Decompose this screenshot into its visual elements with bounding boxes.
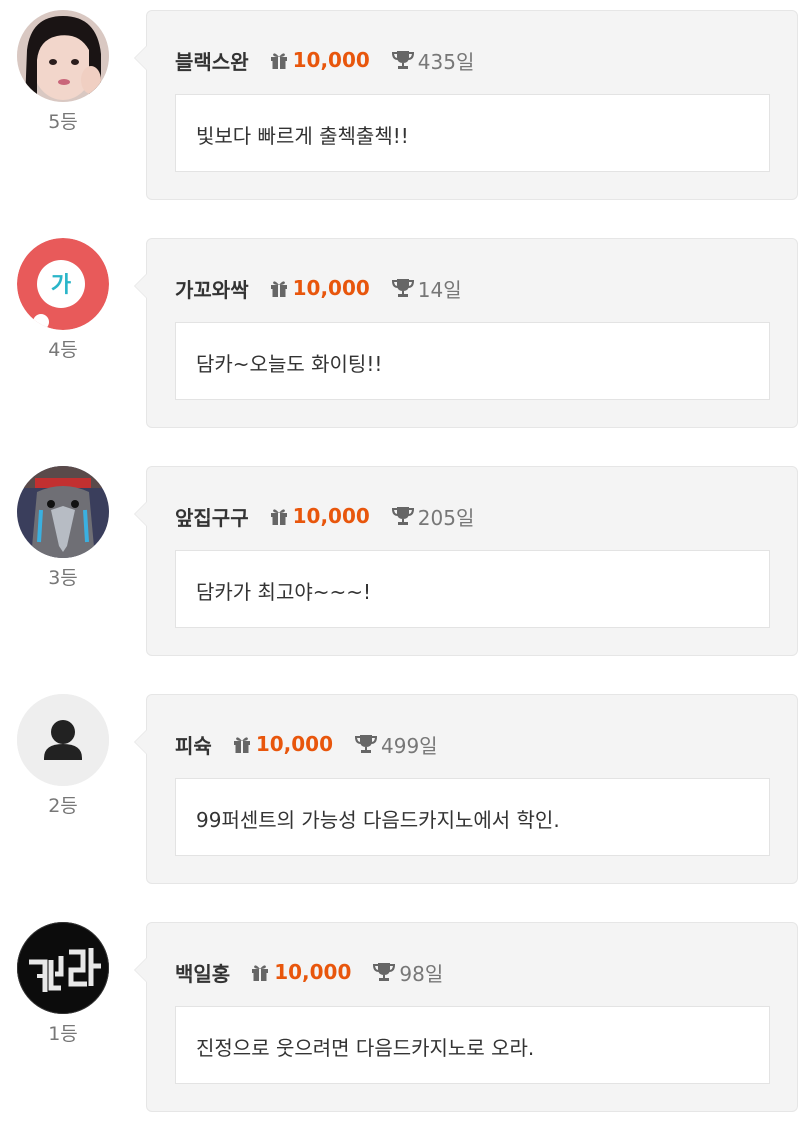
rank-label: 3등 — [48, 567, 78, 589]
points-value: 10,000 — [292, 276, 370, 300]
ga-logo-icon: 가 — [17, 238, 109, 330]
list-item: 1등 백일홍 10,000 98일 진정으로 웃으려면 다음드카지노로 오라. — [0, 912, 800, 1112]
list-item: 가 4등 가꼬와싹 10,000 14일 담카~오늘도 화이팅!! — [0, 228, 800, 428]
bird-photo-icon — [17, 466, 109, 558]
avatar[interactable] — [17, 466, 109, 558]
rank-label: 1등 — [48, 1023, 78, 1045]
neon-sign-photo-icon — [17, 922, 109, 1014]
avatar[interactable] — [17, 922, 109, 1014]
list-item: 5등 블랙스완 10,000 435일 빛보다 빠르게 출첵출첵!! — [0, 0, 800, 200]
message-box: 진정으로 웃으려면 다음드카지노로 오라. — [175, 1006, 770, 1084]
comment-meta: 백일홍 10,000 98일 — [175, 957, 443, 987]
attendance-days: 14일 — [417, 277, 462, 302]
points-value: 10,000 — [274, 960, 352, 984]
attendance-days: 435일 — [417, 49, 475, 74]
comment-meta: 가꼬와싹 10,000 14일 — [175, 273, 462, 303]
attendance-days: 499일 — [381, 733, 438, 758]
attendance-days: 98일 — [399, 961, 444, 986]
username[interactable]: 블랙스완 — [175, 46, 249, 75]
comment-text: 진정으로 웃으려면 다음드카지노로 오라. — [196, 1036, 535, 1060]
list-item: 2등 피슉 10,000 499일 99퍼센트의 가능성 다음드카지노에서 학인… — [0, 684, 800, 884]
trophy-icon — [355, 734, 377, 754]
default-user-icon — [17, 694, 109, 786]
comment-meta: 피슉 10,000 499일 — [175, 729, 438, 759]
rank-label: 2등 — [48, 795, 78, 817]
card-pointer — [134, 45, 147, 71]
gift-icon — [232, 734, 252, 754]
rank-label: 4등 — [48, 339, 78, 361]
username[interactable]: 앞집구구 — [175, 502, 249, 531]
card-pointer — [134, 957, 147, 983]
username[interactable]: 피슉 — [175, 730, 212, 759]
trophy-icon — [391, 50, 414, 70]
comment-text: 담카가 최고야~~~! — [196, 580, 372, 604]
attendance-days: 205일 — [417, 505, 475, 530]
trophy-icon — [391, 278, 414, 298]
comment-card: 앞집구구 10,000 205일 담카가 최고야~~~! — [134, 466, 798, 656]
username[interactable]: 백일홍 — [175, 958, 230, 987]
trophy-icon — [373, 962, 396, 982]
gift-icon — [250, 962, 270, 982]
comment-card: 블랙스완 10,000 435일 빛보다 빠르게 출첵출첵!! — [134, 10, 798, 200]
card-pointer — [134, 729, 147, 755]
gift-icon — [269, 278, 289, 298]
points-value: 10,000 — [292, 504, 370, 528]
username[interactable]: 가꼬와싹 — [175, 274, 249, 303]
comment-meta: 앞집구구 10,000 205일 — [175, 501, 474, 531]
comment-text: 담카~오늘도 화이팅!! — [196, 352, 383, 376]
list-item: 3등 앞집구구 10,000 205일 담카가 최고야~~~! — [0, 456, 800, 656]
card-pointer — [134, 501, 147, 527]
trophy-icon — [391, 506, 414, 526]
message-box: 99퍼센트의 가능성 다음드카지노에서 학인. — [175, 778, 770, 856]
avatar[interactable] — [17, 694, 109, 786]
profile-photo-icon — [17, 10, 109, 102]
comment-card: 가꼬와싹 10,000 14일 담카~오늘도 화이팅!! — [134, 238, 798, 428]
comment-meta: 블랙스완 10,000 435일 — [175, 45, 474, 75]
gift-icon — [269, 506, 289, 526]
message-box: 빛보다 빠르게 출첵출첵!! — [175, 94, 770, 172]
ga-logo-text: 가 — [51, 273, 71, 298]
avatar[interactable] — [17, 10, 109, 102]
avatar[interactable]: 가 — [17, 238, 109, 330]
comment-text: 99퍼센트의 가능성 다음드카지노에서 학인. — [196, 808, 560, 832]
attendance-list: 5등 블랙스완 10,000 435일 빛보다 빠르게 출첵출첵!! 가 4등 … — [0, 0, 800, 1134]
gift-icon — [269, 50, 289, 70]
points-value: 10,000 — [292, 48, 370, 72]
rank-label: 5등 — [48, 111, 78, 133]
message-box: 담카가 최고야~~~! — [175, 550, 770, 628]
comment-card: 피슉 10,000 499일 99퍼센트의 가능성 다음드카지노에서 학인. — [134, 694, 798, 884]
comment-text: 빛보다 빠르게 출첵출첵!! — [196, 124, 409, 148]
points-value: 10,000 — [255, 732, 333, 756]
card-pointer — [134, 273, 147, 299]
message-box: 담카~오늘도 화이팅!! — [175, 322, 770, 400]
comment-card: 백일홍 10,000 98일 진정으로 웃으려면 다음드카지노로 오라. — [134, 922, 798, 1112]
